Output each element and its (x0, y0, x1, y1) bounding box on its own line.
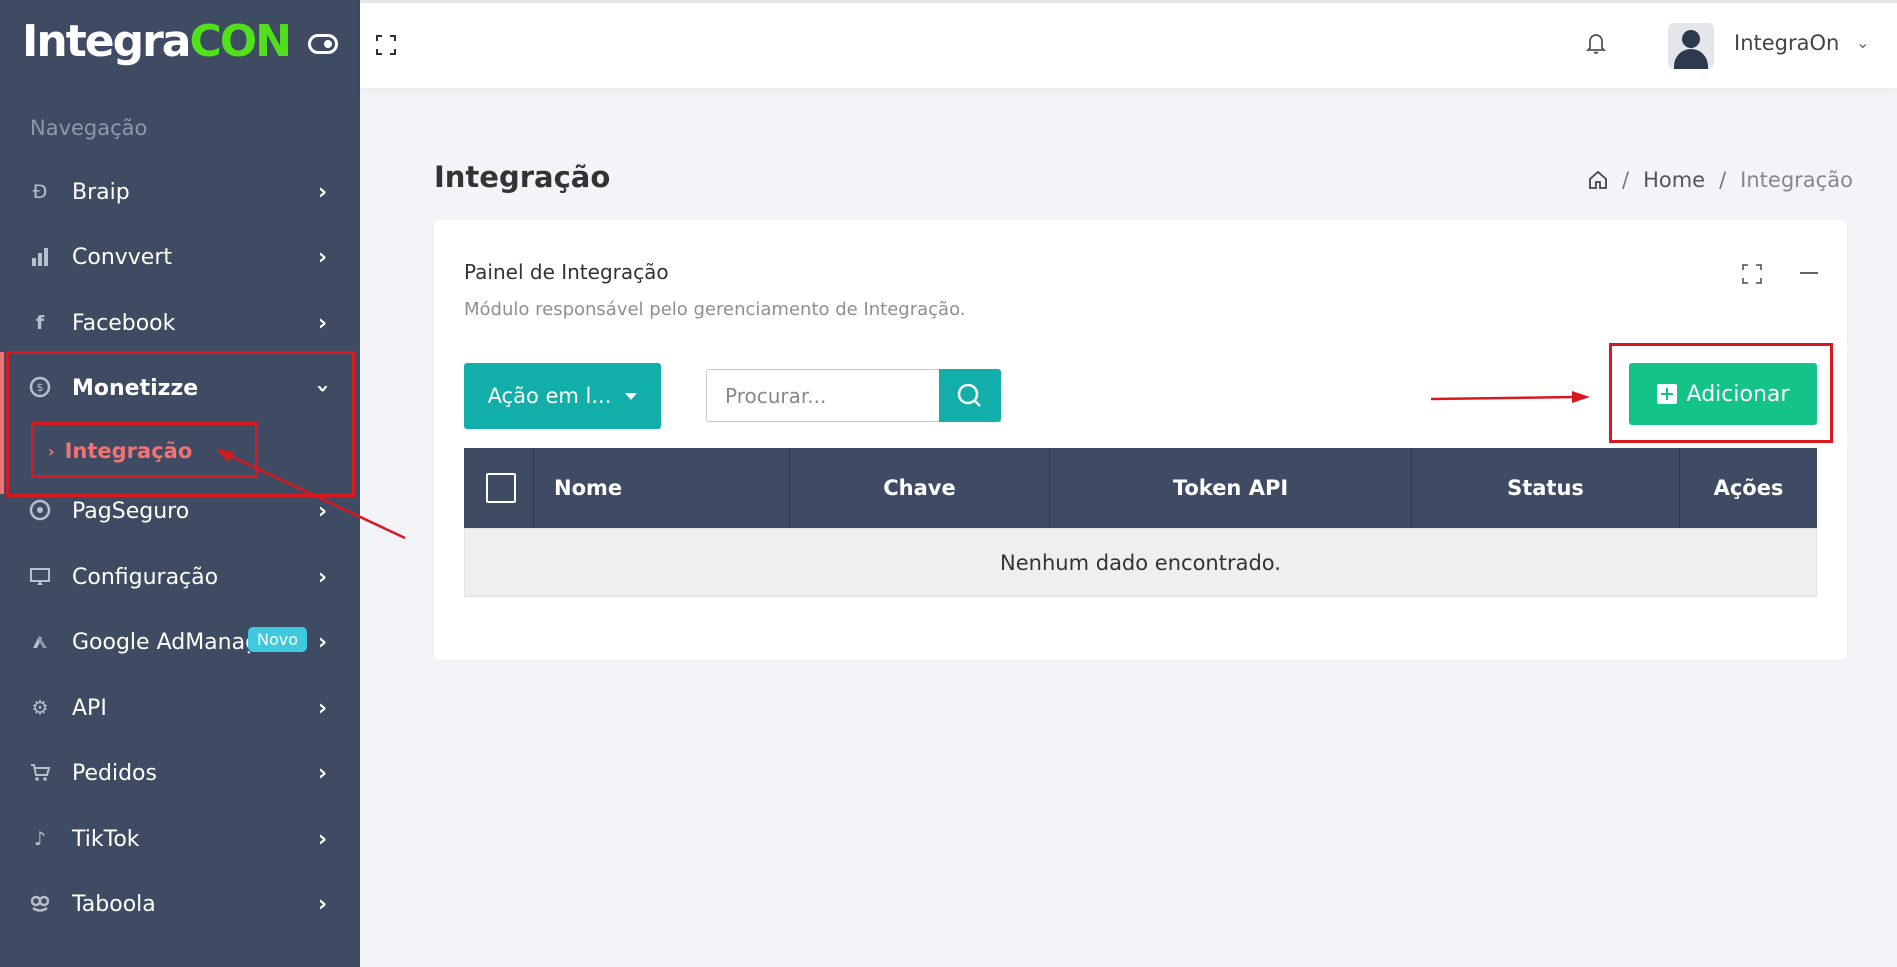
logo[interactable]: IntegraCON (22, 16, 292, 67)
logo-bar: IntegraCON (0, 0, 360, 88)
bulk-action-label: Ação em l... (487, 384, 612, 408)
minimize-icon[interactable] (1800, 272, 1818, 274)
column-header-token-api[interactable]: Token API (1050, 448, 1412, 528)
sidebar-item-facebook[interactable]: f Facebook › (0, 296, 360, 350)
integration-table: Nome Chave Token API Status Ações Nenhum… (464, 448, 1817, 597)
sidebar-item-api[interactable]: ⚙ API › (0, 681, 360, 735)
breadcrumb-separator: / (1622, 168, 1630, 192)
search-input[interactable] (706, 369, 939, 422)
search-button[interactable] (939, 369, 1001, 422)
table-header: Nome Chave Token API Status Ações (464, 448, 1817, 528)
username[interactable]: IntegraOn (1734, 31, 1839, 55)
chevron-right-icon: › (318, 891, 328, 917)
taboola-icon (28, 892, 52, 916)
sidebar-item-label: PagSeguro (72, 498, 190, 524)
column-label: Token API (1172, 476, 1289, 500)
sidebar-item-tiktok[interactable]: ♪ TikTok › (0, 812, 360, 866)
table-empty-row: Nenhum dado encontrado. (464, 528, 1817, 597)
column-header-nome[interactable]: Nome (534, 448, 790, 528)
column-label: Ações (1713, 476, 1784, 500)
select-all-cell (464, 448, 534, 528)
sidebar-toggle-icon[interactable] (308, 34, 338, 54)
sidebar-item-pedidos[interactable]: Pedidos › (0, 746, 360, 800)
fullscreen-icon[interactable] (376, 35, 396, 55)
column-header-status[interactable]: Status (1412, 448, 1680, 528)
logo-text: Integra (22, 16, 191, 67)
bulk-action-button[interactable]: Ação em l... (464, 363, 661, 429)
bar-chart-icon (28, 245, 52, 269)
chevron-right-icon: › (318, 564, 328, 590)
sidebar-item-label: API (72, 695, 107, 721)
chevron-right-icon: › (318, 498, 328, 524)
api-gear-icon: ⚙ (31, 697, 49, 719)
annotation-box-integracao (31, 422, 258, 478)
sidebar-item-label: Braip (72, 179, 130, 205)
panel-title: Painel de Integração (464, 260, 669, 284)
column-header-acoes: Ações (1680, 448, 1817, 528)
sidebar-item-convvert[interactable]: Convvert › (0, 230, 360, 284)
chevron-right-icon: › (318, 760, 328, 786)
chevron-right-icon: › (318, 179, 328, 205)
sidebar-item-google-admanager[interactable]: Google AdManager Novo › (0, 615, 360, 669)
logo-on: ON (219, 16, 292, 67)
chevron-right-icon: › (318, 695, 328, 721)
sidebar-item-label: TikTok (72, 826, 140, 852)
breadcrumb-home[interactable]: Home (1643, 168, 1705, 192)
google-ads-icon (28, 630, 52, 654)
braip-icon: Ð (32, 181, 48, 203)
caret-down-icon (625, 392, 638, 400)
monitor-icon (28, 565, 52, 589)
column-label: Status (1507, 476, 1584, 500)
column-label: Nome (554, 476, 623, 500)
expand-icon[interactable] (1742, 264, 1762, 284)
page-title: Integração (434, 160, 611, 194)
select-all-checkbox[interactable] (486, 473, 516, 503)
sidebar-item-braip[interactable]: Ð Braip › (0, 165, 360, 219)
chevron-down-icon[interactable]: ⌄ (1856, 33, 1869, 52)
nav-section-title: Navegação (30, 116, 148, 140)
new-badge: Novo (248, 627, 308, 652)
bell-icon[interactable] (1586, 31, 1606, 55)
breadcrumb-separator: / (1719, 168, 1727, 192)
active-indicator (0, 352, 4, 494)
sidebar-item-label: Pedidos (72, 760, 157, 786)
facebook-icon: f (35, 312, 45, 334)
sidebar-item-label: Facebook (72, 310, 176, 336)
sidebar-item-label: Convvert (72, 244, 173, 270)
column-header-chave[interactable]: Chave (790, 448, 1050, 528)
chevron-right-icon: › (318, 244, 328, 270)
search-icon (957, 383, 981, 407)
column-label: Chave (883, 476, 956, 500)
sidebar-item-configuracao[interactable]: Configuração › (0, 550, 360, 604)
sidebar-item-label: Configuração (72, 564, 219, 590)
panel-subtitle: Módulo responsável pelo gerenciamento de… (464, 299, 966, 320)
cart-icon (28, 761, 52, 785)
annotation-box-adicionar (1609, 343, 1833, 443)
chevron-right-icon: › (318, 826, 328, 852)
avatar[interactable] (1668, 23, 1714, 69)
empty-message: Nenhum dado encontrado. (1000, 550, 1281, 575)
sidebar-item-label: Taboola (72, 891, 156, 917)
tiktok-icon: ♪ (33, 828, 47, 850)
pagseguro-icon (28, 499, 52, 523)
sidebar-item-label: Google AdManager (72, 629, 250, 655)
breadcrumb-current: Integração (1740, 168, 1853, 192)
chevron-right-icon: › (318, 629, 328, 655)
topbar: IntegraOn ⌄ (360, 0, 1897, 88)
logo-c: C (189, 16, 221, 67)
sidebar-item-taboola[interactable]: Taboola › (0, 877, 360, 931)
chevron-right-icon: › (318, 310, 328, 336)
home-icon[interactable] (1588, 170, 1608, 190)
breadcrumb: / Home / Integração (1588, 168, 1853, 192)
